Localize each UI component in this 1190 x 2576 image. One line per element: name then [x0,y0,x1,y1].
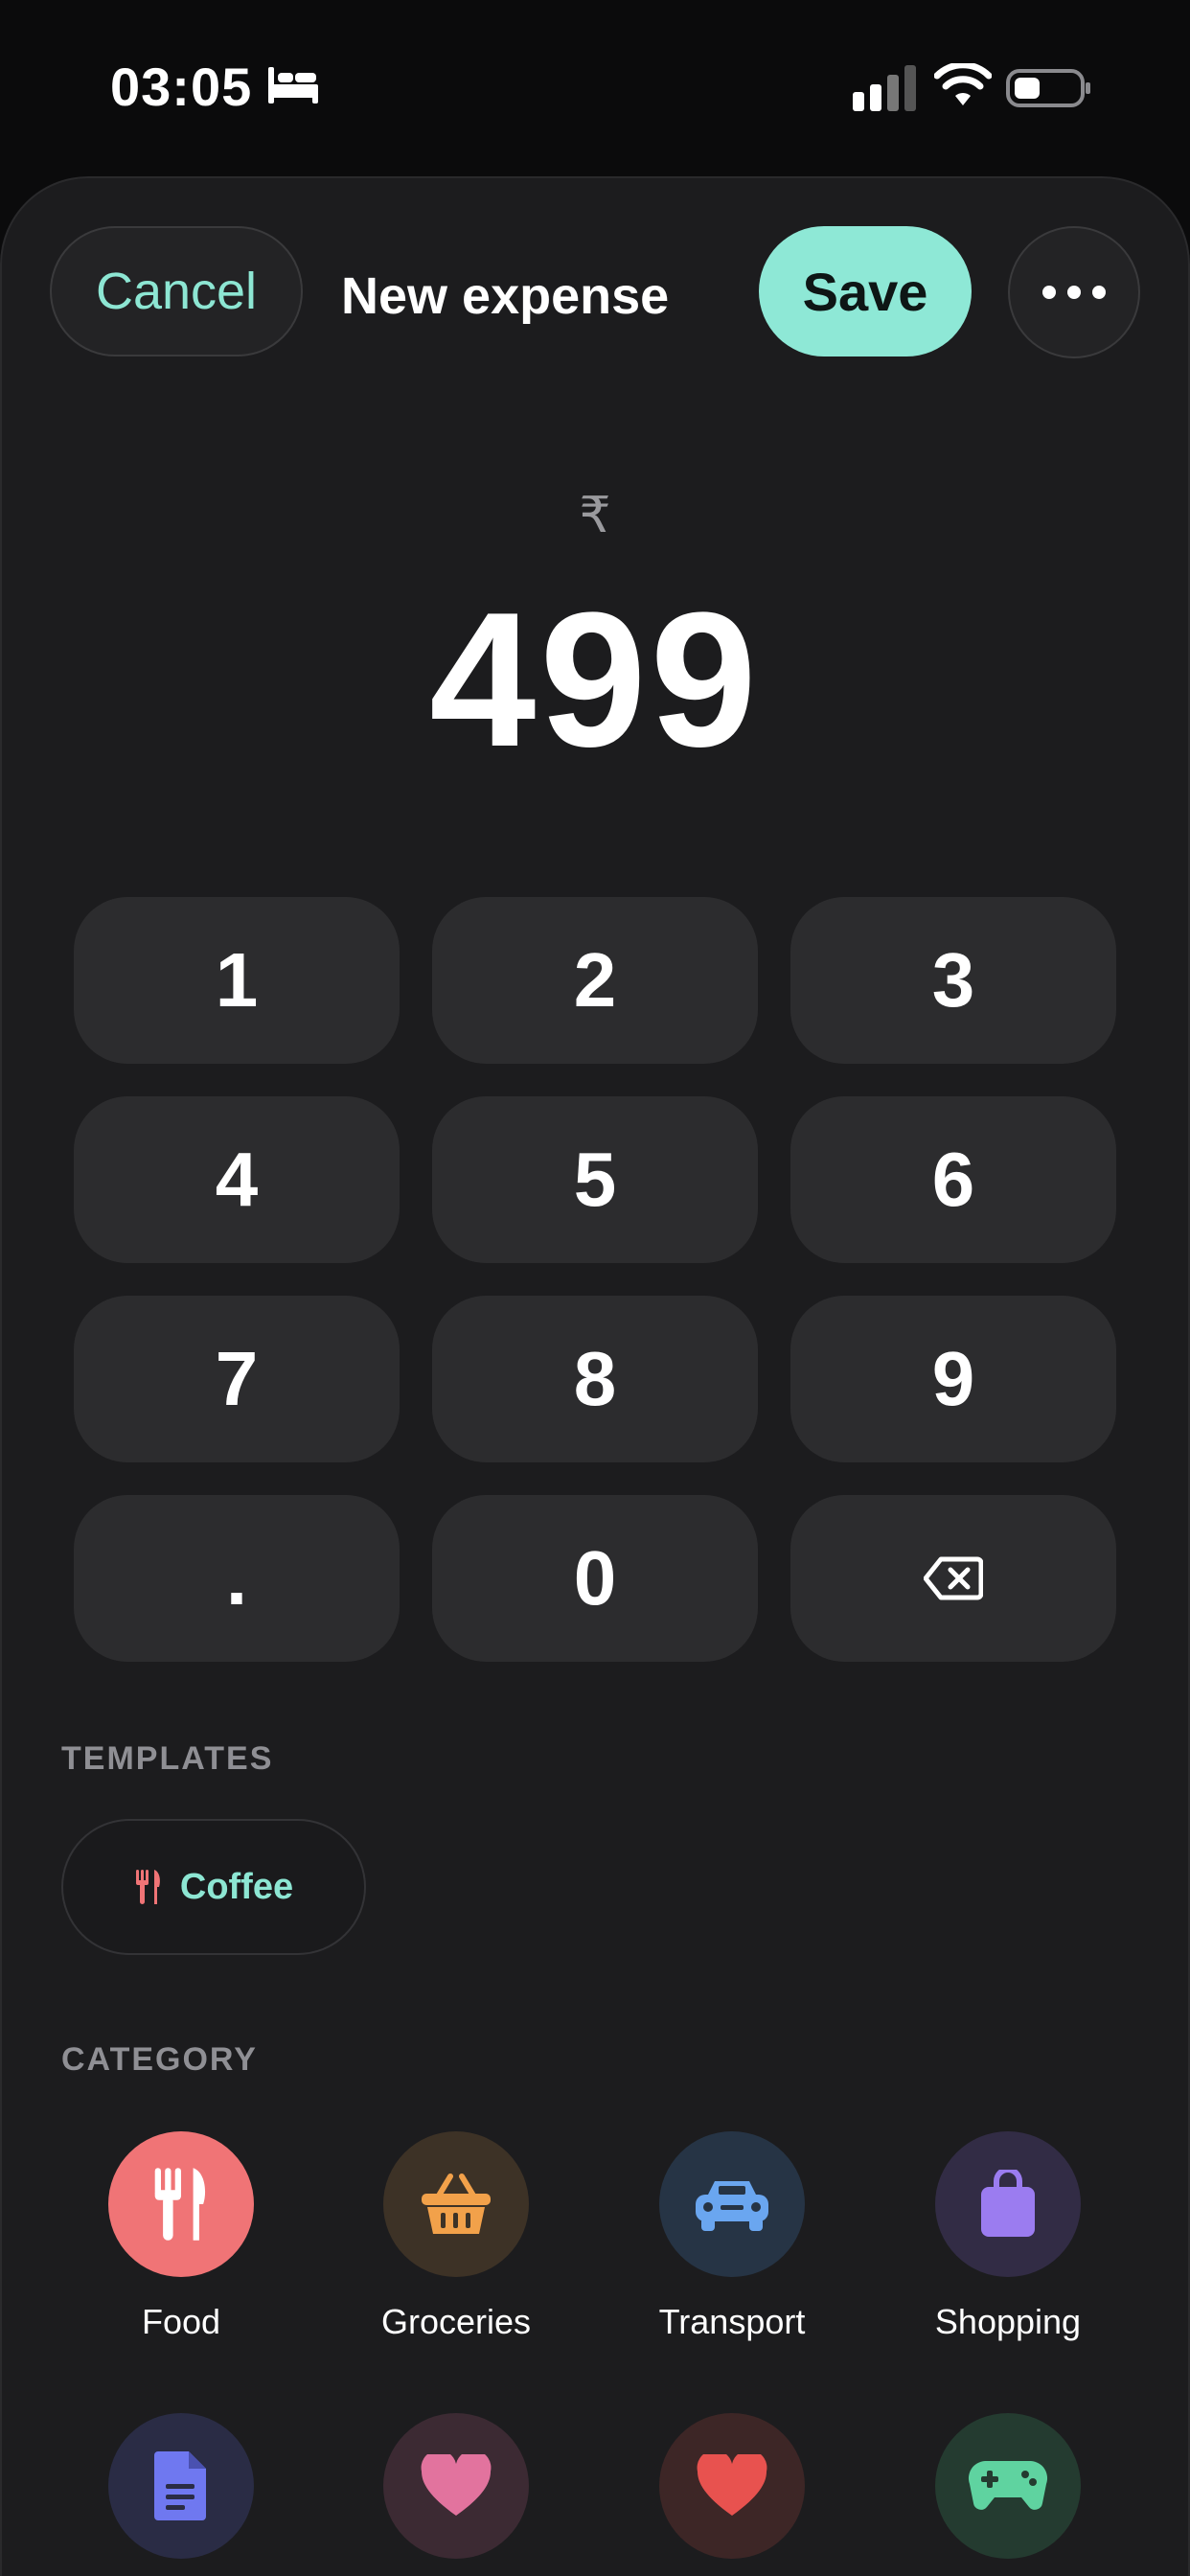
category-food[interactable]: Food [61,2131,301,2342]
key-6[interactable]: 6 [790,1096,1116,1263]
cancel-button[interactable]: Cancel [50,226,303,356]
category-shopping[interactable]: Shopping [888,2131,1128,2342]
bed-icon [268,67,318,104]
template-chip-coffee[interactable]: Coffee [61,1819,366,1955]
category-entertainment-circle [935,2413,1081,2559]
basket-icon [422,2174,491,2234]
more-dot-icon [1067,286,1081,299]
wifi-icon [934,63,992,105]
gamepad-icon [968,2461,1048,2510]
templates-section-label: TEMPLATES [61,1740,274,1777]
more-options-button[interactable] [1008,226,1140,358]
heart-icon [421,2454,492,2516]
category-health-circle [383,2413,529,2559]
page-title: New expense [341,267,670,325]
status-bar: 03:05 [0,0,1190,172]
key-4[interactable]: 4 [74,1096,400,1263]
key-2[interactable]: 2 [432,897,758,1064]
category-food-circle [108,2131,254,2277]
key-8[interactable]: 8 [432,1296,758,1462]
key-7[interactable]: 7 [74,1296,400,1462]
category-entertainment[interactable] [888,2413,1128,2559]
document-icon [154,2451,206,2520]
backspace-icon [924,1556,983,1600]
heart-icon [697,2454,767,2516]
fork-knife-icon [154,2168,206,2241]
key-3[interactable]: 3 [790,897,1116,1064]
template-chip-label: Coffee [179,1866,294,1907]
key-0[interactable]: 0 [432,1495,758,1662]
category-love[interactable] [612,2413,852,2559]
category-transport-circle [659,2131,805,2277]
category-groceries-circle [383,2131,529,2277]
more-dot-icon [1042,286,1056,299]
category-health[interactable] [336,2413,576,2559]
backspace-key[interactable] [790,1495,1116,1662]
category-section-label: CATEGORY [61,2041,258,2078]
save-button[interactable]: Save [759,226,972,356]
category-bills-circle [108,2413,254,2559]
category-shopping-circle [935,2131,1081,2277]
category-transport[interactable]: Transport [612,2131,852,2342]
currency-symbol: ₹ [579,488,611,543]
category-label: Transport [658,2302,806,2341]
key-5[interactable]: 5 [432,1096,758,1263]
key-decimal[interactable]: . [74,1495,400,1662]
fork-knife-icon [135,1870,160,1904]
category-bills[interactable] [61,2413,301,2559]
amount-display: 499 [429,573,761,787]
status-time: 03:05 [110,57,253,117]
shopping-bag-icon [981,2170,1035,2237]
car-icon [696,2181,768,2231]
category-groceries[interactable]: Groceries [336,2131,576,2342]
battery-icon [1006,69,1090,107]
category-label: Groceries [380,2302,532,2341]
more-dot-icon [1092,286,1106,299]
category-love-circle [659,2413,805,2559]
category-label: Food [141,2302,221,2341]
cellular-signal-icon [853,65,916,111]
key-1[interactable]: 1 [74,897,400,1064]
key-9[interactable]: 9 [790,1296,1116,1462]
category-label: Shopping [934,2302,1082,2341]
